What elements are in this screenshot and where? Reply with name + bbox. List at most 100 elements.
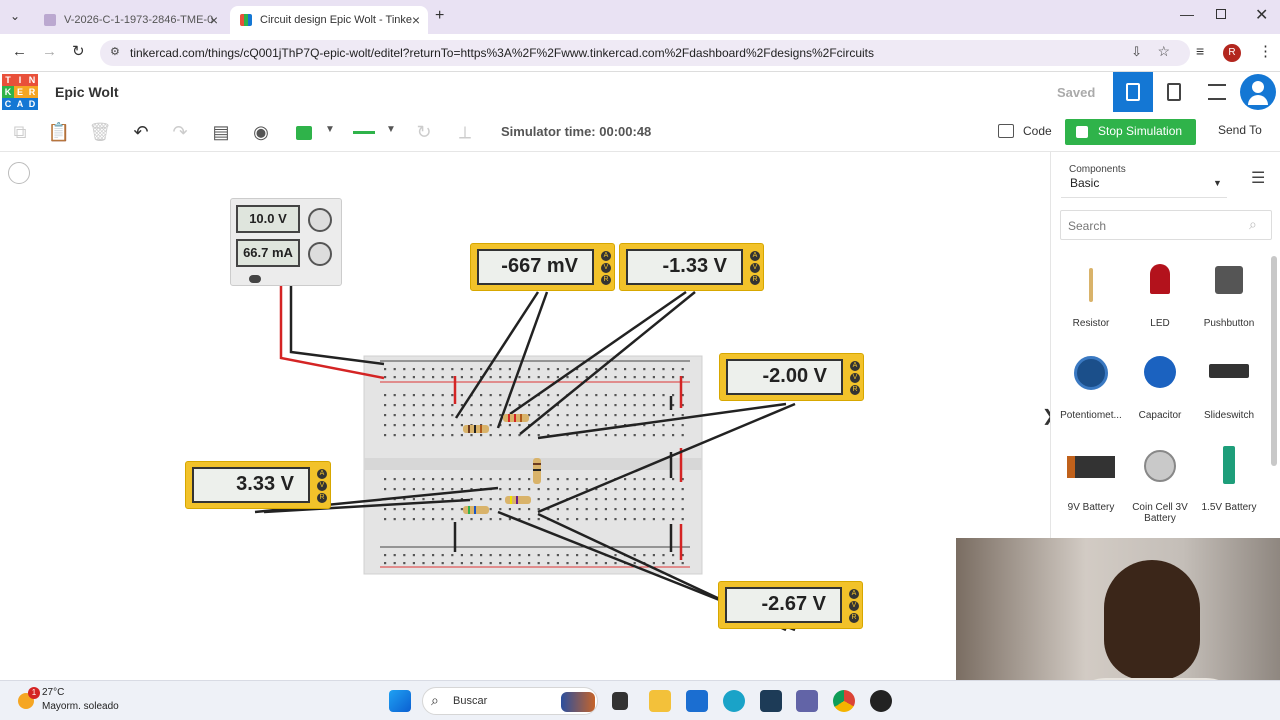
forward-icon[interactable]: → <box>42 43 57 60</box>
undo-icon[interactable]: ↶ <box>129 120 153 144</box>
multimeter[interactable]: -2.67 V A V R <box>718 581 863 629</box>
meter-mode-a[interactable]: A <box>849 589 859 599</box>
store-icon[interactable] <box>686 690 708 712</box>
url-field[interactable]: ⚙ tinkercad.com/things/cQ001jThP7Q-epic-… <box>100 40 1190 66</box>
rotate-icon[interactable]: ↻ <box>412 120 436 144</box>
send-to-button[interactable]: Send To <box>1218 123 1262 137</box>
coin-cell-icon <box>1144 450 1176 482</box>
component-potentiometer[interactable]: Potentiomet... <box>1059 348 1123 432</box>
taskbar-search[interactable]: ⌕ Buscar <box>422 687 598 715</box>
power-supply[interactable]: 10.0 V 66.7 mA <box>230 198 342 286</box>
multimeter[interactable]: -667 mV A V R <box>470 243 615 291</box>
security-icon[interactable] <box>760 690 782 712</box>
meter-mode-v[interactable]: V <box>850 373 860 383</box>
meter-mode-r[interactable]: R <box>601 275 611 285</box>
close-tab-icon[interactable]: × <box>412 12 420 28</box>
meter-mode-v[interactable]: V <box>849 601 859 611</box>
circuit-view-button[interactable] <box>1113 72 1153 112</box>
meter-mode-v[interactable]: V <box>317 481 327 491</box>
current-knob[interactable] <box>308 242 332 266</box>
resistor[interactable] <box>463 506 489 514</box>
bookmark-star-icon[interactable]: ☆ <box>1157 43 1170 60</box>
task-view-icon[interactable] <box>612 692 628 710</box>
component-capacitor[interactable]: Capacitor <box>1128 348 1192 432</box>
multimeter[interactable]: -1.33 V A V R <box>619 243 764 291</box>
meter-mode-a[interactable]: A <box>601 251 611 261</box>
component-9v-battery[interactable]: 9V Battery <box>1059 440 1123 524</box>
user-avatar[interactable] <box>1240 74 1276 110</box>
meter-mode-v[interactable]: V <box>750 263 760 273</box>
install-app-icon[interactable]: ⇩ <box>1131 44 1142 60</box>
reload-icon[interactable]: ↻ <box>72 42 85 60</box>
site-info-icon[interactable]: ⚙ <box>110 45 120 58</box>
schematic-view-icon[interactable] <box>1208 84 1226 100</box>
chip-icon <box>1126 83 1140 101</box>
meter-mode-r[interactable]: R <box>850 385 860 395</box>
profile-avatar[interactable]: R <box>1223 44 1241 62</box>
notes-icon[interactable]: ▤ <box>209 120 233 144</box>
browser-tab-2[interactable]: Circuit design Epic Wolt - Tinke × <box>230 6 428 34</box>
power-switch[interactable] <box>249 275 261 283</box>
paste-icon[interactable]: 📋 <box>47 120 71 144</box>
redo-icon[interactable]: ↷ <box>168 120 192 144</box>
restore-icon[interactable] <box>1216 9 1226 19</box>
component-slideswitch[interactable]: Slideswitch <box>1197 348 1261 432</box>
windows-start-icon[interactable] <box>389 690 411 712</box>
voltage-knob[interactable] <box>308 208 332 232</box>
component-led[interactable]: LED <box>1128 256 1192 340</box>
circuit-canvas[interactable]: 10.0 V 66.7 mA -667 mV A V R -1.33 V A V… <box>0 152 1055 680</box>
tab-list-icon[interactable]: ⌄ <box>10 9 20 23</box>
circuit-drawing <box>254 280 796 632</box>
search-input[interactable]: Search ⌕ <box>1060 210 1272 240</box>
meter-mode-r[interactable]: R <box>849 613 859 623</box>
panel-scrollbar[interactable] <box>1271 256 1277 466</box>
copy-icon[interactable]: ⧉ <box>8 120 32 144</box>
wire-type-icon[interactable] <box>353 131 375 134</box>
resistor[interactable] <box>505 496 531 504</box>
stop-simulation-button[interactable]: Stop Simulation <box>1065 119 1196 145</box>
browser-tab-1[interactable]: V-2026-C-1-1973-2846-TME-0 × <box>34 6 226 34</box>
component-resistor[interactable]: Resistor <box>1059 256 1123 340</box>
multimeter[interactable]: 3.33 V A V R <box>185 461 331 509</box>
reading-list-icon[interactable]: ≡ <box>1196 43 1204 59</box>
back-icon[interactable]: ← <box>12 43 27 60</box>
delete-icon[interactable]: 🗑 <box>88 120 112 144</box>
resistor[interactable] <box>503 414 529 422</box>
new-tab-icon[interactable]: + <box>435 7 444 25</box>
tinkercad-logo[interactable]: T I N K E R C A D <box>2 74 38 110</box>
meter-mode-r[interactable]: R <box>317 493 327 503</box>
minimize-icon[interactable]: — <box>1180 6 1194 22</box>
browser-menu-icon[interactable]: ⋮ <box>1258 42 1273 60</box>
resistor[interactable] <box>533 458 541 484</box>
meter-mode-r[interactable]: R <box>750 275 760 285</box>
resistor[interactable] <box>463 425 489 433</box>
file-explorer-icon[interactable] <box>649 690 671 712</box>
meter-mode-a[interactable]: A <box>750 251 760 261</box>
chevron-down-icon[interactable]: ▼ <box>386 124 396 135</box>
edge-icon[interactable] <box>723 690 745 712</box>
chrome-icon[interactable] <box>833 690 855 712</box>
meter-mode-a[interactable]: A <box>317 469 327 479</box>
component-coin-cell-battery[interactable]: Coin Cell 3V Battery <box>1128 440 1192 524</box>
meter-mode-v[interactable]: V <box>601 263 611 273</box>
category-select[interactable]: Basic ▼ <box>1061 160 1227 198</box>
visibility-icon[interactable]: ◉ <box>249 120 273 144</box>
app-icon[interactable] <box>870 690 892 712</box>
component-list-view-icon[interactable] <box>1167 83 1181 101</box>
weather-widget[interactable]: 1 27°C Mayorm. soleado <box>14 685 144 717</box>
close-window-icon[interactable]: ✕ <box>1255 5 1268 25</box>
close-tab-icon[interactable]: × <box>210 12 218 28</box>
code-button[interactable]: Code <box>995 118 1057 144</box>
tinkercad-favicon-icon <box>240 14 252 26</box>
multimeter[interactable]: -2.00 V A V R <box>719 353 864 401</box>
meter-mode-a[interactable]: A <box>850 361 860 371</box>
chevron-down-icon[interactable]: ▼ <box>325 124 335 135</box>
list-view-icon[interactable]: ☰ <box>1251 168 1265 188</box>
current-display: 66.7 mA <box>236 239 300 267</box>
design-title[interactable]: Epic Wolt <box>55 84 119 100</box>
teams-icon[interactable] <box>796 690 818 712</box>
flip-icon[interactable]: ⟂ <box>453 120 477 144</box>
wire-color-swatch[interactable] <box>296 126 312 140</box>
component-pushbutton[interactable]: Pushbutton <box>1197 256 1261 340</box>
component-1-5v-battery[interactable]: 1.5V Battery <box>1197 440 1261 524</box>
